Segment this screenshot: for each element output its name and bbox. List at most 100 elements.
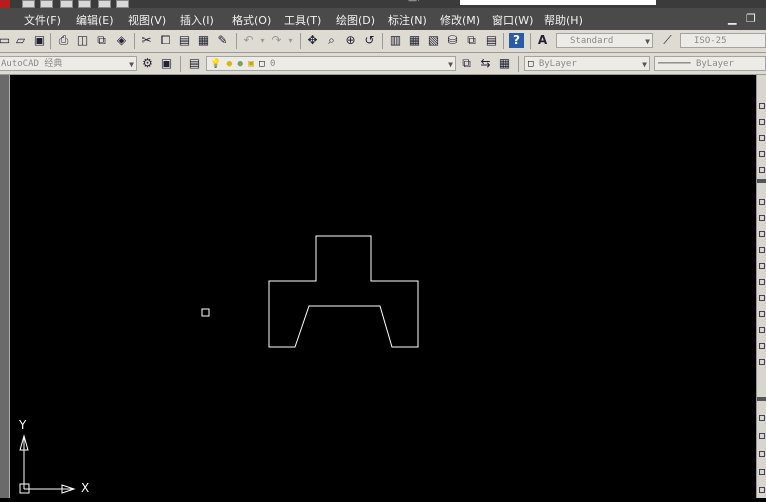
break-icon[interactable] <box>759 295 765 301</box>
title-glyph: —· <box>408 0 420 6</box>
menu-file[interactable]: 文件(F) <box>24 12 61 28</box>
new-quick-icon[interactable] <box>22 0 35 8</box>
zoom-realtime-icon[interactable]: ⌕ <box>324 33 339 48</box>
color-value: ByLayer <box>538 59 577 69</box>
move-icon[interactable] <box>759 199 765 205</box>
toolbar-separator <box>134 33 135 49</box>
undo-dropdown-icon[interactable]: ▾ <box>255 33 270 48</box>
color-select[interactable]: □ ByLayer ▼ <box>524 56 650 71</box>
menu-view[interactable]: 视图(V) <box>128 12 166 28</box>
3d-dwf-icon[interactable]: ◈ <box>114 33 129 48</box>
print-quick-icon[interactable] <box>78 0 91 8</box>
explode-icon[interactable] <box>759 359 765 365</box>
fillet-icon[interactable] <box>759 343 765 349</box>
save-icon[interactable]: ▣ <box>32 33 47 48</box>
menu-edit[interactable]: 编辑(E) <box>76 12 114 28</box>
copy-icon[interactable]: ⧠ <box>158 33 173 48</box>
menu-modify[interactable]: 修改(M) <box>440 12 480 28</box>
text-style-icon[interactable]: A <box>535 33 550 48</box>
extend-icon[interactable] <box>759 279 765 285</box>
layer-manager-icon[interactable]: ▤ <box>187 56 202 71</box>
design-center-icon[interactable]: ▦ <box>407 33 422 48</box>
array-icon[interactable] <box>759 167 765 173</box>
text-edit-icon[interactable] <box>759 433 765 439</box>
spline-edit-icon[interactable] <box>759 487 765 493</box>
chevron-down-icon: ▼ <box>645 37 650 46</box>
title-bar: —· <box>0 0 766 8</box>
menu-help[interactable]: 帮助(H) <box>544 12 583 28</box>
redo-quick-icon[interactable] <box>116 0 129 8</box>
toolbar-separator <box>518 56 519 72</box>
block-editor-icon[interactable]: ✎ <box>215 33 230 48</box>
tool-palettes-icon[interactable]: ▧ <box>426 33 441 48</box>
paste-icon[interactable]: ▤ <box>177 33 192 48</box>
dim-style-icon[interactable]: ⟋ <box>660 33 675 48</box>
mirror-icon[interactable] <box>759 135 765 141</box>
new-icon[interactable]: ▭ <box>0 33 12 48</box>
text-style-select[interactable]: Standard ▼ <box>556 33 653 48</box>
menu-tools[interactable]: 工具(T) <box>284 12 321 28</box>
plot-preview-icon[interactable]: ◫ <box>75 33 90 48</box>
workspace-save-icon[interactable]: ▣ <box>159 56 174 71</box>
drawing-canvas[interactable]: Y X <box>10 75 756 498</box>
menu-dimension[interactable]: 标注(N) <box>388 12 427 28</box>
pan-icon[interactable]: ✥ <box>305 33 320 48</box>
chamfer-icon[interactable] <box>759 327 765 333</box>
workspace-select[interactable]: AutoCAD 经典 ▼ <box>0 56 137 71</box>
offset-icon[interactable] <box>759 151 765 157</box>
scale-icon[interactable] <box>759 231 765 237</box>
join-icon[interactable] <box>759 311 765 317</box>
save-quick-icon[interactable] <box>60 0 73 8</box>
layer-select[interactable]: 💡 ● ● ▣ □ 0 ▼ <box>206 56 456 71</box>
trim-icon[interactable] <box>759 263 765 269</box>
layers-toolbar: AutoCAD 经典 ▼ ⚙ ▣ ▤ 💡 ● ● ▣ □ 0 ▼ ⧉ ⇆ ▦ □ … <box>0 53 766 75</box>
help-icon[interactable]: ? <box>509 33 524 48</box>
menu-format[interactable]: 格式(O) <box>232 12 271 28</box>
properties-icon[interactable]: ▥ <box>388 33 403 48</box>
menu-insert[interactable]: 插入(I) <box>180 12 214 28</box>
dim-style-select[interactable]: ISO-25 <box>680 33 766 48</box>
polyline-edit-icon[interactable] <box>759 469 765 475</box>
cut-icon[interactable]: ✂ <box>139 33 154 48</box>
stretch-icon[interactable] <box>759 247 765 253</box>
rotate-icon[interactable] <box>759 215 765 221</box>
workspace-value: AutoCAD 经典 <box>1 59 63 69</box>
make-current-layer-icon[interactable]: ⧉ <box>459 56 474 71</box>
open-quick-icon[interactable] <box>40 0 53 8</box>
drawn-profile-shape[interactable] <box>268 235 419 348</box>
toolbar-separator <box>382 33 383 49</box>
markup-icon[interactable]: ⧉ <box>464 33 479 48</box>
layer-on-icon: 💡 <box>210 59 222 69</box>
undo-quick-icon[interactable] <box>98 0 111 8</box>
layer-lock-icon: ▣ <box>248 59 254 69</box>
layer-previous-icon[interactable]: ⇆ <box>478 56 493 71</box>
zoom-window-icon[interactable]: ⊕ <box>343 33 358 48</box>
search-box[interactable] <box>460 0 656 5</box>
sheet-set-icon[interactable]: ⛁ <box>445 33 460 48</box>
publish-icon[interactable]: ⧉ <box>94 33 109 48</box>
restore-icon[interactable]: ❐ <box>746 12 756 25</box>
zoom-previous-icon[interactable]: ↺ <box>362 33 377 48</box>
undo-icon[interactable]: ↶ <box>241 33 256 48</box>
layer-vp-freeze-icon: ● <box>237 59 243 69</box>
open-icon[interactable]: ▱ <box>13 33 28 48</box>
hatch-edit-icon[interactable] <box>759 451 765 457</box>
workspace-settings-icon[interactable]: ⚙ <box>140 56 155 71</box>
match-properties-icon[interactable]: ▦ <box>196 33 211 48</box>
left-dock <box>0 75 10 498</box>
quickcalc-icon[interactable]: ▤ <box>484 33 499 48</box>
toolbar-separator <box>300 33 301 49</box>
redo-dropdown-icon[interactable]: ▾ <box>283 33 298 48</box>
menu-draw[interactable]: 绘图(D) <box>336 12 375 28</box>
chevron-down-icon: ▼ <box>642 60 647 69</box>
menu-window[interactable]: 窗口(W) <box>492 12 533 28</box>
linetype-select[interactable]: ────── ByLayer <box>654 56 766 71</box>
plot-icon[interactable]: ⎙ <box>56 33 71 48</box>
draw-order-icon[interactable] <box>759 415 765 421</box>
right-dock-toolbar <box>756 75 766 498</box>
erase-icon[interactable] <box>759 103 765 109</box>
layer-states-icon[interactable]: ▦ <box>497 56 512 71</box>
copy-object-icon[interactable] <box>759 119 765 125</box>
redo-icon[interactable]: ↷ <box>269 33 284 48</box>
minimize-icon[interactable]: ▁ <box>728 12 736 25</box>
